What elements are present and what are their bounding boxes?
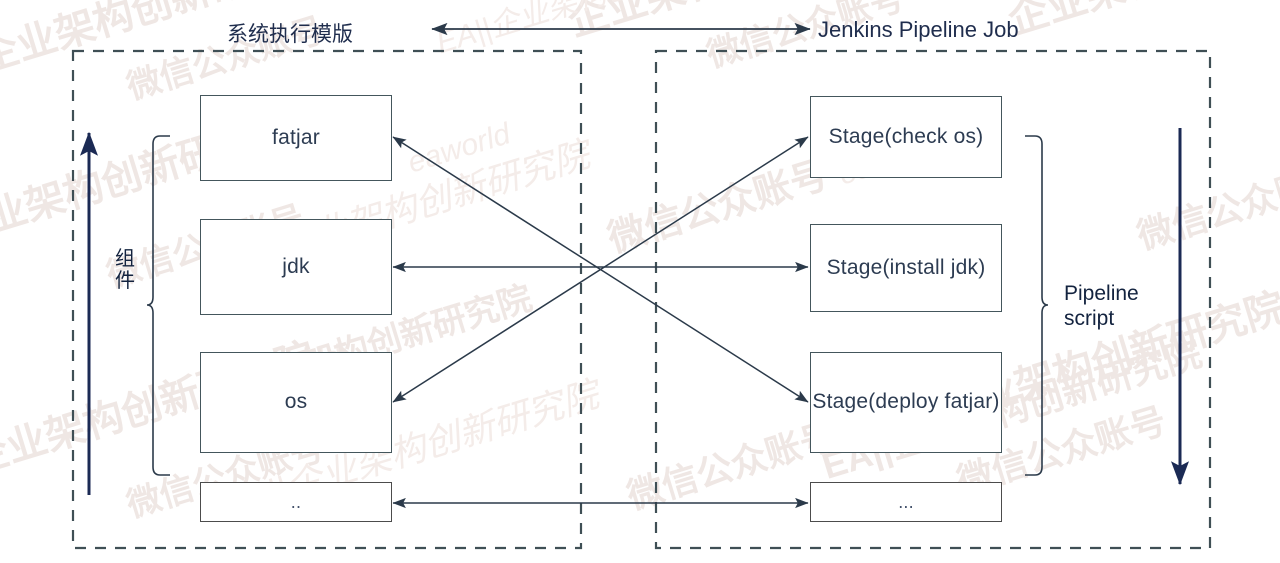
node-stage-install-jdk[interactable]: Stage(install jdk) <box>810 224 1002 312</box>
node-label: ... <box>898 491 914 512</box>
node-label: fatjar <box>272 125 320 149</box>
node-label: Stage(deploy fatjar) <box>812 390 1000 414</box>
right-group-label: Pipeline script <box>1064 282 1139 330</box>
right-group-brace <box>1025 135 1049 476</box>
left-panel-title: 系统执行模版 <box>227 23 353 46</box>
node-label: Stage(install jdk) <box>826 255 986 279</box>
node-label: os <box>284 390 308 414</box>
node-more-left[interactable]: .. <box>200 482 392 522</box>
node-stage-check-os[interactable]: Stage(check os) <box>810 96 1002 178</box>
node-fatjar[interactable]: fatjar <box>200 95 392 181</box>
diagram-canvas: 企业架构创新研究院 微信公众账号 企业架构创新研究院 微信公众账号 企业架构创新… <box>0 0 1280 563</box>
node-more-right[interactable]: ... <box>810 482 1002 522</box>
node-label: .. <box>290 491 302 512</box>
right-panel-title: Jenkins Pipeline Job <box>818 17 1019 42</box>
node-label: Stage(check os) <box>828 124 984 148</box>
left-group-brace <box>146 135 170 476</box>
node-os[interactable]: os <box>200 352 392 453</box>
left-group-label: 组 件 <box>115 248 135 292</box>
node-jdk[interactable]: jdk <box>200 219 392 315</box>
node-stage-deploy-fatjar[interactable]: Stage(deploy fatjar) <box>810 352 1002 453</box>
node-label: jdk <box>282 254 310 278</box>
